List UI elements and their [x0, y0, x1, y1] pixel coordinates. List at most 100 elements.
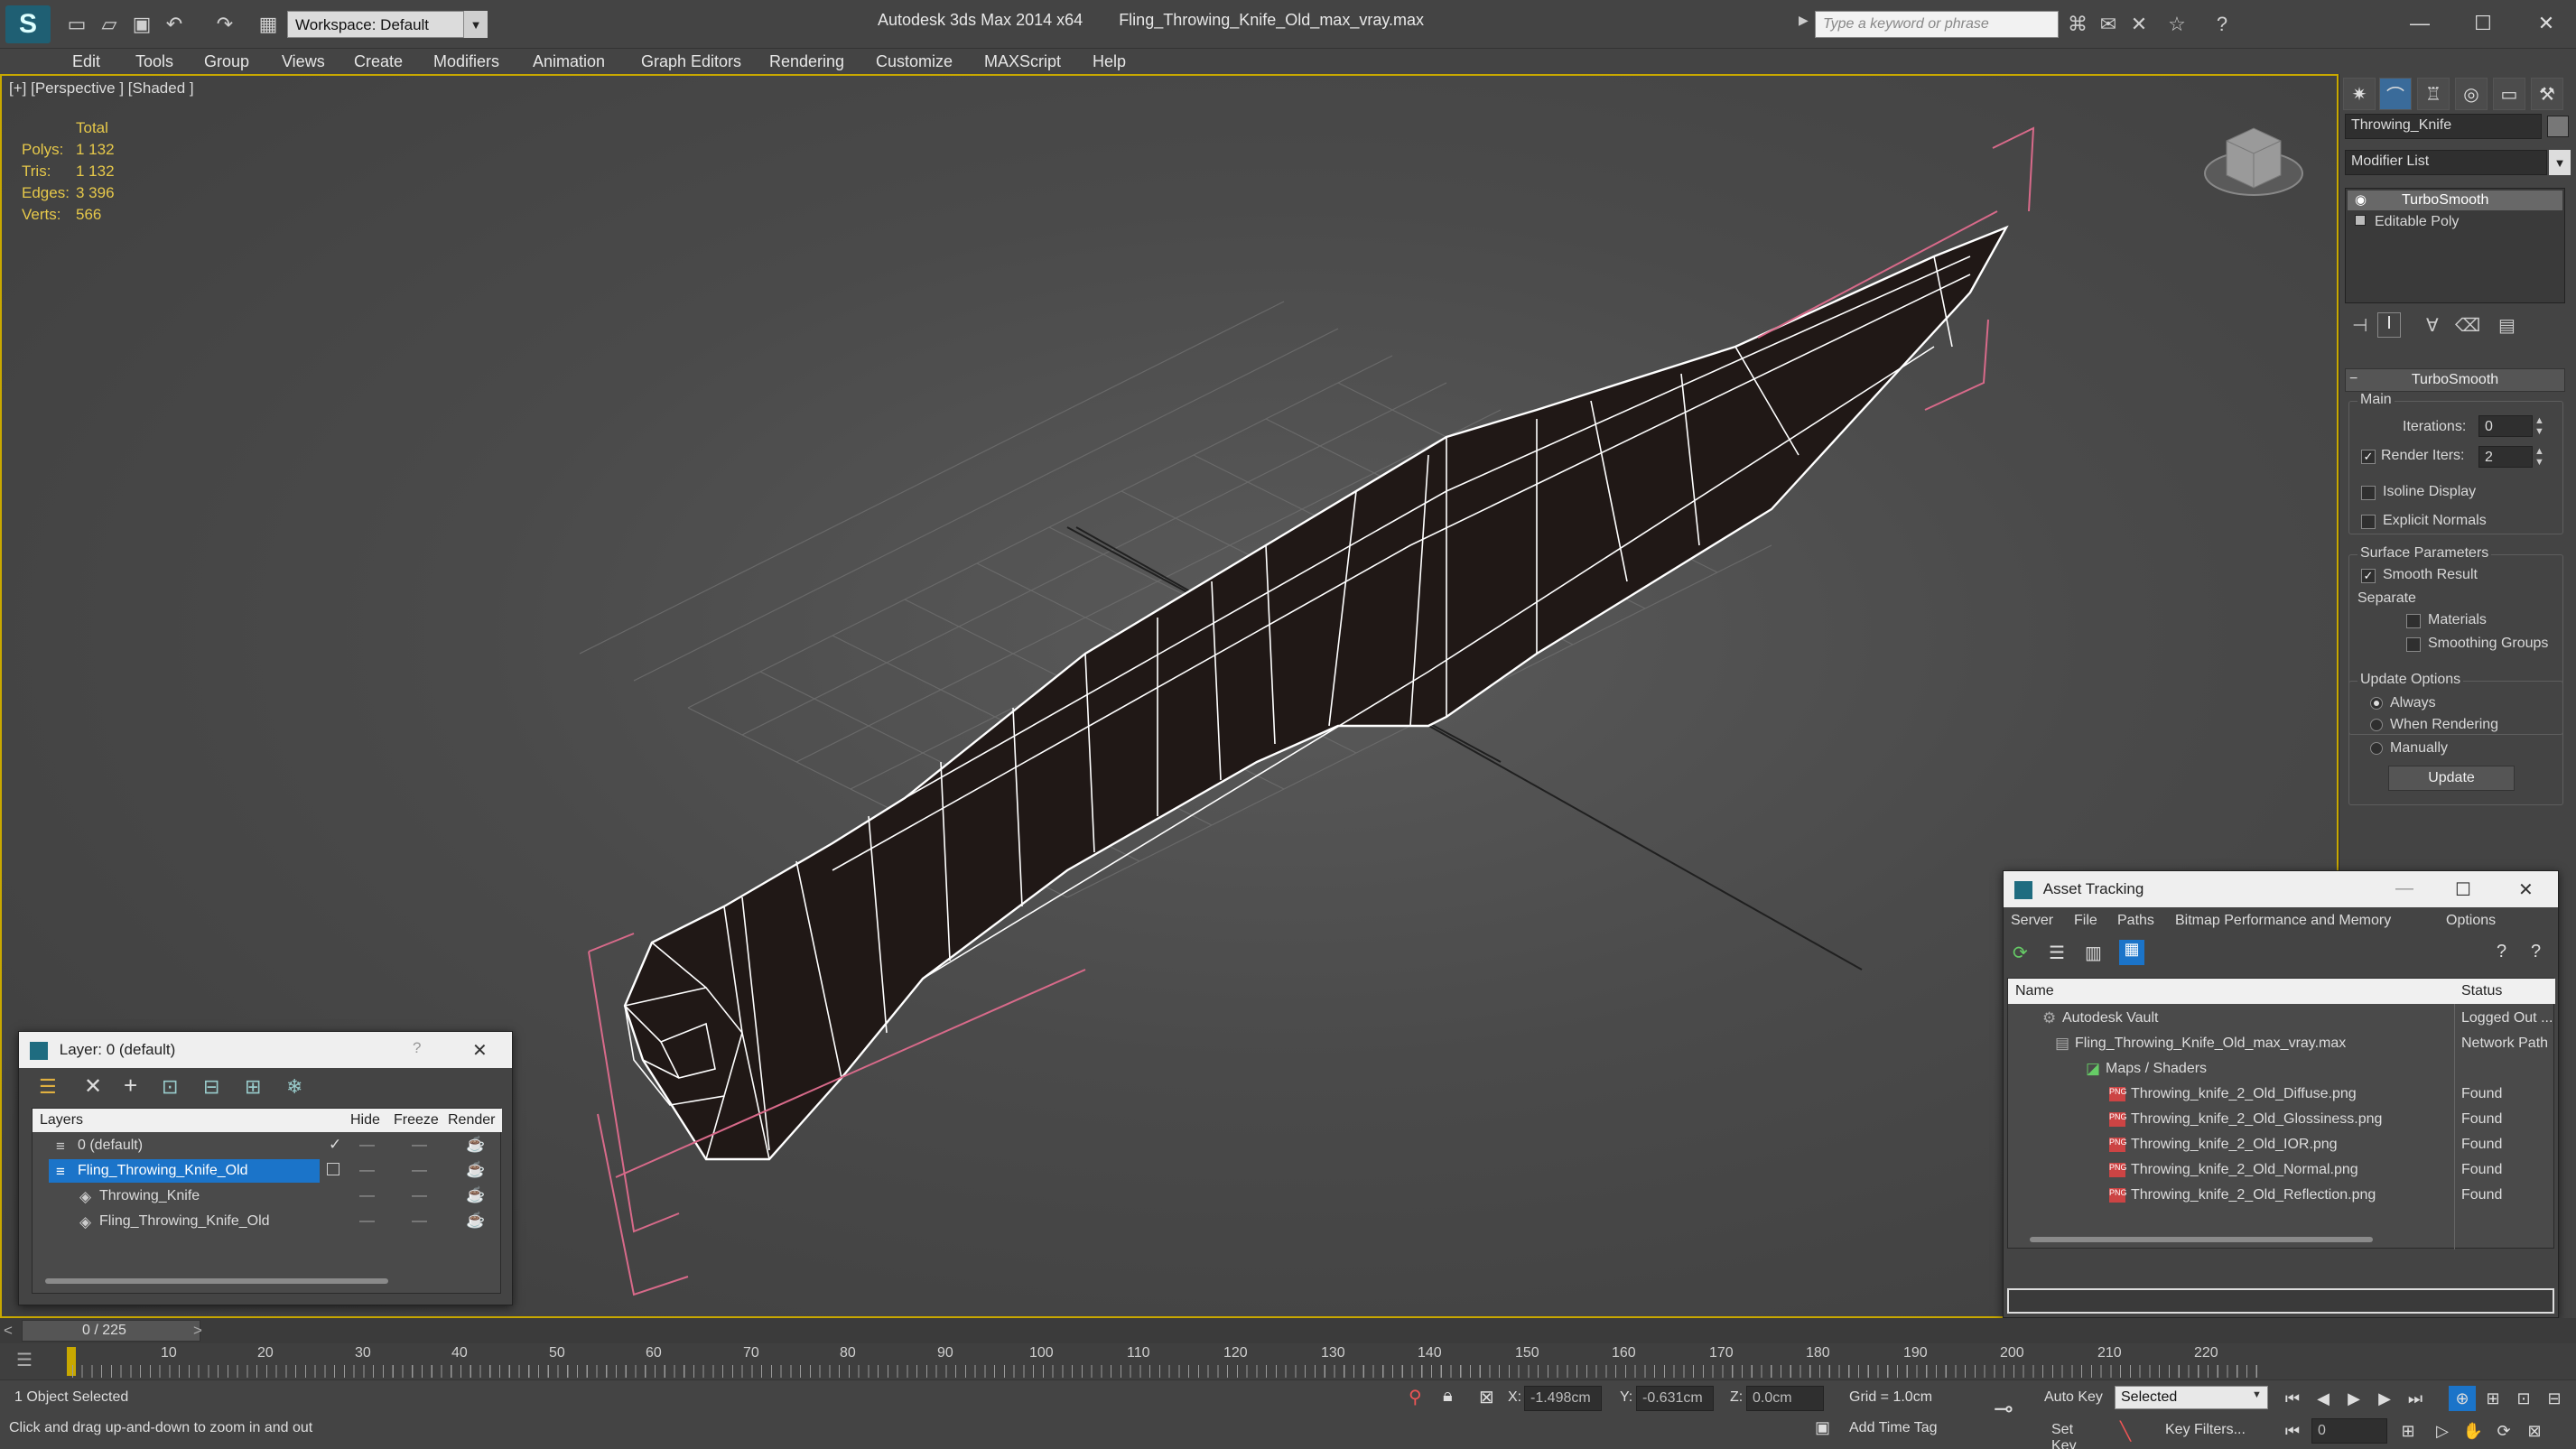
menu-edit[interactable]: Edit: [72, 52, 100, 71]
asset-menu-options[interactable]: Options: [2446, 913, 2496, 929]
update-button[interactable]: Update: [2388, 766, 2515, 791]
key-icon[interactable]: ⊸: [1994, 1395, 2013, 1423]
column-header[interactable]: Freeze: [394, 1112, 439, 1129]
materials-checkbox[interactable]: [2406, 614, 2421, 628]
motion-tab-icon[interactable]: ◎: [2455, 78, 2488, 110]
table-row[interactable]: PNG Throwing_knife_2_Old_IOR.png Found: [2008, 1132, 2555, 1157]
close-button[interactable]: ✕: [2528, 7, 2564, 40]
create-tab-icon[interactable]: ✷: [2343, 78, 2376, 110]
turbosmooth-rollout-header[interactable]: − TurboSmooth: [2345, 368, 2565, 392]
table-row[interactable]: ◈ Throwing_Knife — — ☕: [33, 1184, 502, 1208]
table-row[interactable]: PNG Throwing_knife_2_Old_Glossiness.png …: [2008, 1107, 2555, 1132]
render-iters-spinner[interactable]: 2: [2478, 446, 2533, 468]
table-row[interactable]: ⚙ Autodesk Vault Logged Out ...: [2008, 1006, 2555, 1031]
lock-icon[interactable]: 🔒︎: [1443, 1386, 1453, 1407]
chevron-down-icon[interactable]: ▼: [2549, 150, 2571, 175]
render-teapot-icon[interactable]: ☕: [466, 1212, 485, 1230]
help-button[interactable]: ?: [413, 1039, 421, 1057]
app-logo-icon[interactable]: S: [5, 5, 51, 43]
current-layer-check-icon[interactable]: ✓: [329, 1136, 341, 1154]
asset-tracking-titlebar[interactable]: Asset Tracking — ☐ ✕: [2004, 871, 2558, 907]
time-tag-icon[interactable]: ▣: [1815, 1418, 1830, 1437]
key-mode-icon[interactable]: ⏮: [2279, 1418, 2306, 1444]
zoom-icon[interactable]: ⊕: [2449, 1386, 2476, 1411]
isolate-pin-icon[interactable]: ⚲: [1409, 1386, 1422, 1408]
show-end-result-icon[interactable]: I: [2377, 312, 2401, 338]
prev-frame-icon[interactable]: <: [4, 1322, 13, 1340]
time-slider[interactable]: < 0 / 225 >: [0, 1318, 2576, 1343]
remove-modifier-icon[interactable]: ⌫: [2455, 314, 2480, 337]
hide-toggle-icon[interactable]: —: [359, 1161, 375, 1179]
spinner-arrows-icon[interactable]: ▲ ▼: [2534, 446, 2544, 468]
render-teapot-icon[interactable]: ☕: [466, 1161, 485, 1179]
hide-all-icon[interactable]: ⊞: [245, 1075, 261, 1099]
z-coordinate-field[interactable]: 0.0cm: [1746, 1386, 1824, 1411]
menu-tools[interactable]: Tools: [135, 52, 173, 71]
freeze-all-icon[interactable]: ❄: [286, 1075, 302, 1099]
maximize-viewport-icon[interactable]: ⊠: [2521, 1418, 2548, 1444]
display-tab-icon[interactable]: ▭: [2493, 78, 2525, 110]
previous-frame-icon[interactable]: ◀: [2310, 1386, 2337, 1411]
next-frame-icon[interactable]: ▶: [2371, 1386, 2398, 1411]
table-row[interactable]: ◪ Maps / Shaders: [2008, 1056, 2555, 1082]
auto-key-button[interactable]: Auto Key: [2042, 1386, 2111, 1411]
binoculars-icon[interactable]: ⌘: [2066, 13, 2089, 36]
current-frame-field[interactable]: 0: [2311, 1418, 2387, 1444]
orbit-icon[interactable]: ⟳: [2490, 1418, 2517, 1444]
time-config-icon[interactable]: ⊞: [2395, 1418, 2422, 1444]
search-input[interactable]: Type a keyword or phrase: [1815, 11, 2059, 38]
x-coordinate-field[interactable]: -1.498cm: [1524, 1386, 1602, 1411]
stack-item-editable-poly[interactable]: Editable Poly: [2348, 212, 2562, 232]
iterations-spinner[interactable]: 0: [2478, 415, 2533, 437]
table-row[interactable]: PNG Throwing_knife_2_Old_Normal.png Foun…: [2008, 1157, 2555, 1183]
absolute-mode-icon[interactable]: ⊠: [1479, 1386, 1494, 1408]
project-folder-icon[interactable]: ▦: [256, 13, 280, 36]
menu-views[interactable]: Views: [282, 52, 325, 71]
freeze-toggle-icon[interactable]: —: [412, 1212, 427, 1230]
create-layer-icon[interactable]: ☰: [39, 1075, 57, 1099]
delete-layer-icon[interactable]: ✕: [84, 1073, 102, 1100]
stack-item-turbosmooth[interactable]: ◉ TurboSmooth: [2348, 190, 2562, 210]
column-header[interactable]: Hide: [350, 1112, 380, 1129]
add-time-tag[interactable]: Add Time Tag: [1849, 1420, 1938, 1436]
zoom-extents-icon[interactable]: ⊡: [2510, 1386, 2537, 1411]
smooth-result-checkbox[interactable]: ✓: [2361, 569, 2376, 583]
table-view-icon[interactable]: ▦: [2119, 940, 2144, 965]
menu-rendering[interactable]: Rendering: [769, 52, 844, 71]
asset-menu-server[interactable]: Server: [2011, 913, 2053, 929]
freeze-toggle-icon[interactable]: —: [412, 1186, 427, 1204]
next-frame-icon[interactable]: >: [193, 1322, 202, 1340]
always-radio[interactable]: [2370, 697, 2383, 710]
manually-radio[interactable]: [2370, 742, 2383, 755]
explicit-normals-checkbox[interactable]: [2361, 515, 2376, 529]
mini-curve-editor-icon[interactable]: ☰: [16, 1349, 33, 1371]
workspace-dropdown[interactable]: Workspace: Default: [287, 11, 464, 38]
undo-icon[interactable]: ↶: [163, 13, 186, 36]
key-mode-dropdown[interactable]: Selected: [2115, 1386, 2268, 1409]
minimize-button[interactable]: —: [2395, 878, 2413, 899]
table-row[interactable]: ≡ Fling_Throwing_Knife_Old — — ☕: [33, 1159, 502, 1183]
expand-icon[interactable]: [2355, 215, 2366, 226]
time-slider-thumb[interactable]: 0 / 225: [22, 1320, 200, 1342]
render-teapot-icon[interactable]: ☕: [466, 1186, 485, 1204]
column-header[interactable]: Layers: [40, 1112, 83, 1129]
y-coordinate-field[interactable]: -0.631cm: [1636, 1386, 1714, 1411]
help-icon[interactable]: ?: [2210, 13, 2234, 36]
horizontal-scrollbar[interactable]: [45, 1278, 388, 1284]
pin-stack-icon[interactable]: ⊣: [2352, 314, 2367, 337]
hide-toggle-icon[interactable]: —: [359, 1136, 375, 1154]
freeze-toggle-icon[interactable]: —: [412, 1161, 427, 1179]
column-header[interactable]: Render: [448, 1112, 495, 1129]
exchange-icon[interactable]: ✕: [2127, 13, 2151, 36]
table-row[interactable]: PNG Throwing_knife_2_Old_Diffuse.png Fou…: [2008, 1082, 2555, 1107]
collapse-icon[interactable]: −: [2349, 371, 2357, 387]
redo-icon[interactable]: ↷: [213, 13, 237, 36]
maximize-button[interactable]: ☐: [2465, 7, 2501, 40]
isoline-display-checkbox[interactable]: [2361, 486, 2376, 500]
detail-view-icon[interactable]: ▥: [2085, 942, 2102, 964]
table-row[interactable]: ≡ 0 (default) ✓ — — ☕: [33, 1134, 502, 1157]
column-header[interactable]: Name: [2015, 983, 2054, 999]
menu-help[interactable]: Help: [1093, 52, 1126, 71]
favorites-star-icon[interactable]: ☆: [2165, 13, 2189, 36]
pan-icon[interactable]: ✋: [2460, 1418, 2487, 1444]
